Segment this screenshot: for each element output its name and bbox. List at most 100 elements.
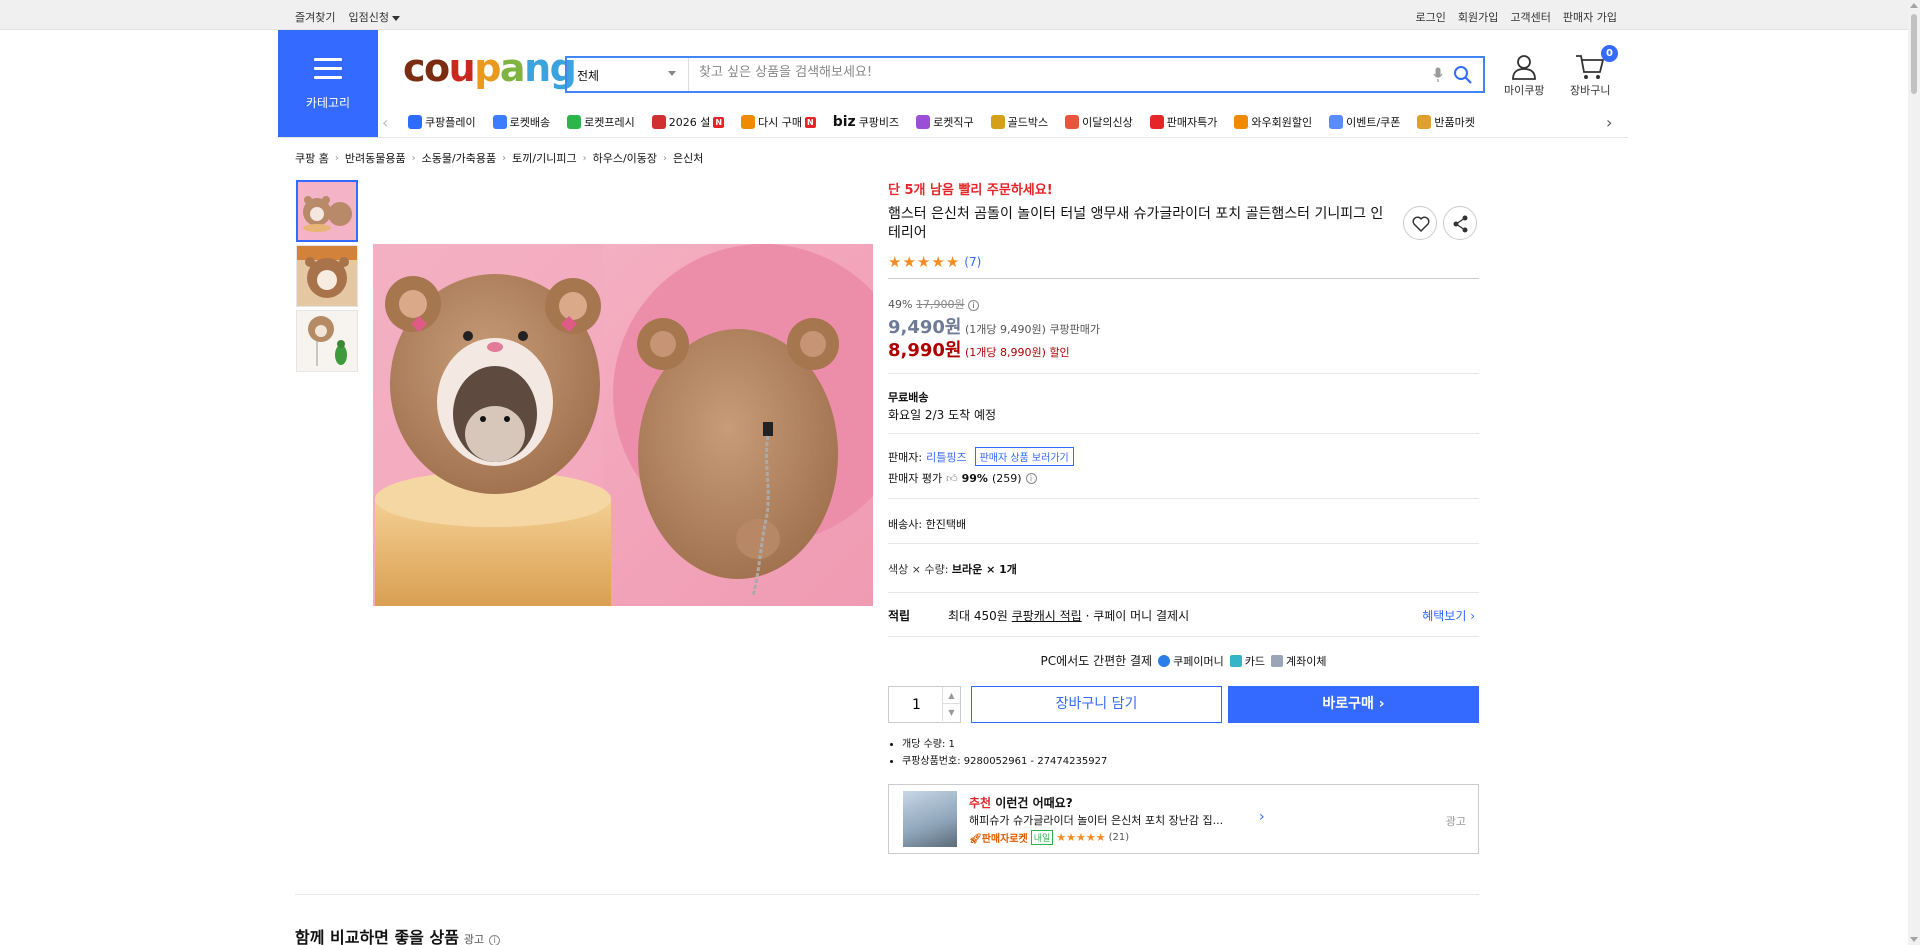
share-button[interactable] [1443, 206, 1477, 240]
seller-rating-percent: 99% [961, 471, 988, 485]
top-utility-bar: 즐겨찾기 입점신청 로그인 회원가입 고객센터 판매자 가입 [0, 0, 1920, 30]
chevron-right-icon: › [1259, 809, 1265, 825]
benefits-link-label: 혜택보기 [1422, 609, 1467, 623]
option-value: 브라운 × 1개 [951, 563, 1017, 576]
main-product-image[interactable] [373, 244, 873, 606]
coupon-price: 8,990원 [888, 340, 962, 361]
bullet-product-number: 쿠팡상품번호: 9280052961 - 27474235927 [902, 753, 1107, 770]
thumbnail-1[interactable] [296, 180, 358, 242]
menu-item-label: 골드박스 [1007, 116, 1049, 129]
menu-item[interactable]: 로켓배송 [492, 114, 551, 130]
breadcrumb-item[interactable]: 반려동물용품 [345, 150, 406, 166]
review-count[interactable]: (7) [964, 255, 981, 269]
wishlist-button[interactable] [1403, 206, 1437, 240]
menu-item[interactable]: 다시 구매 N [741, 114, 816, 130]
add-to-cart-button[interactable]: 장바구니 담기 [971, 686, 1222, 723]
new-badge: N [805, 116, 816, 128]
info-icon[interactable]: i [489, 935, 501, 945]
coupon-price-label: 할인 [1049, 346, 1070, 359]
sale-price-label: 쿠팡판매가 [1049, 323, 1101, 336]
menu-prev-arrow-icon[interactable]: ‹ [382, 113, 388, 132]
scroll-down-icon[interactable] [1910, 937, 1918, 942]
star-icon: ★ [931, 253, 945, 271]
search-category-select[interactable]: 전체 [567, 58, 689, 91]
parrot-thumbnail-icon [297, 311, 357, 371]
info-icon[interactable]: i [968, 300, 980, 311]
buy-now-button[interactable]: 바로구매 › [1228, 686, 1479, 723]
menu-item-label: 이벤트/쿠폰 [1346, 116, 1401, 129]
mycoupang-button[interactable]: 마이쿠팡 [1504, 52, 1544, 98]
category-button[interactable]: 카테고리 [278, 30, 378, 137]
menu-item[interactable]: 2026 설N [651, 114, 725, 130]
seller-products-link[interactable]: 판매자 상품 보러가기 [974, 447, 1074, 466]
quantity-up-icon[interactable]: ▲ [942, 687, 960, 704]
points-amount: 최대 450원 [948, 609, 1008, 623]
cart-label: 장바구니 [1570, 84, 1611, 97]
search-input[interactable] [699, 65, 1259, 80]
menu-item[interactable]: 쿠팡플레이 [408, 114, 476, 130]
scroll-up-icon[interactable] [1910, 3, 1918, 8]
coupang-logo[interactable]: coupang [403, 48, 577, 88]
menu-icon [1234, 115, 1249, 129]
quantity-down-icon[interactable]: ▼ [942, 704, 960, 721]
thumbnail-3[interactable] [296, 310, 358, 372]
bank-icon [1270, 654, 1283, 667]
menu-item[interactable]: 이달의신상 [1065, 114, 1133, 130]
breadcrumb-item[interactable]: 은신처 [673, 150, 703, 166]
menu-item[interactable]: 와우회원할인 [1234, 114, 1312, 130]
tomorrow-badge: 내일 [1030, 830, 1054, 845]
thumbs-up-icon: 👍︎ [946, 471, 958, 485]
recommendation-card[interactable]: 추천 이런건 어때요? 해피슈가 슈가글라이더 놀이터 은신처 포치 장난감 집… [888, 784, 1479, 854]
vertical-scrollbar[interactable] [1908, 0, 1920, 945]
menu-next-arrow-icon[interactable]: › [1606, 113, 1612, 132]
menu-icon [1065, 115, 1080, 129]
seller-name-link[interactable]: 리틀핑즈 [926, 449, 966, 465]
star-icon: ★ [945, 253, 960, 271]
user-icon [1512, 55, 1537, 80]
search-icon[interactable] [1453, 65, 1473, 85]
breadcrumb-separator-icon: › [411, 152, 416, 164]
menu-item[interactable]: biz 쿠팡비즈 [833, 114, 899, 130]
menu-item[interactable]: 판매자특가 [1149, 114, 1217, 130]
breadcrumb-item[interactable]: 토끼/기니피그 [512, 150, 576, 166]
scrollbar-thumb[interactable] [1911, 14, 1917, 94]
cart-count-badge: 0 [1601, 45, 1618, 62]
customer-center-link[interactable]: 고객센터 [1510, 9, 1550, 25]
menu-item[interactable]: 로켓직구 [916, 114, 974, 130]
breadcrumb-separator-icon: › [582, 152, 587, 164]
pay-method-card: 카드 [1229, 653, 1265, 669]
signup-link[interactable]: 회원가입 [1458, 9, 1498, 25]
menu-item[interactable]: 반품마켓 [1417, 114, 1475, 130]
vendor-apply-menu[interactable]: 입점신청 [348, 9, 400, 25]
rating-stars[interactable]: ★ ★ ★ ★ ★ (7) [888, 253, 981, 271]
payment-title: PC에서도 간편한 결제 [1040, 654, 1153, 668]
menu-item[interactable]: 로켓프레시 [567, 114, 635, 130]
info-icon[interactable]: i [1025, 472, 1037, 484]
breadcrumb-item[interactable]: 소동물/가축용품 [422, 150, 497, 166]
vendor-apply-label: 입점신청 [348, 11, 389, 24]
breadcrumb-item[interactable]: 하우스/이동장 [593, 150, 657, 166]
divider [888, 543, 1479, 544]
points-cash-link[interactable]: 쿠팡캐시 적립 [1012, 609, 1082, 623]
breadcrumb-item[interactable]: 쿠팡 홈 [295, 150, 329, 166]
benefits-link[interactable]: 혜택보기 › [1422, 607, 1475, 624]
dropdown-arrow-icon [668, 71, 676, 76]
carrier-row: 배송사: 한진택배 [888, 516, 966, 532]
product-title: 햄스터 은신처 곰돌이 놀이터 터널 앵무새 슈가글라이더 포치 골든햄스터 기… [888, 206, 1384, 241]
star-icon: ★ [916, 253, 931, 271]
recommend-review-count: (21) [1108, 832, 1130, 843]
microphone-icon[interactable] [1433, 67, 1443, 83]
menu-item[interactable]: 이벤트/쿠폰 [1329, 114, 1400, 130]
seller-signup-link[interactable]: 판매자 가입 [1563, 9, 1617, 25]
category-label: 카테고리 [305, 96, 351, 110]
divider [888, 278, 1479, 279]
bookmark-link[interactable]: 즐겨찾기 [295, 9, 335, 25]
seller-rating-row: 판매자 평가 👍︎ 99% (259) i [888, 470, 1037, 486]
thumbnail-2[interactable] [296, 245, 358, 307]
login-link[interactable]: 로그인 [1416, 9, 1446, 25]
delivery-eta: 화요일 2/3 도착 예정 [888, 408, 997, 422]
menu-icon [916, 115, 931, 129]
menu-item[interactable]: 골드박스 [990, 114, 1049, 130]
menu-item-label: 로켓배송 [509, 116, 551, 129]
quantity-input[interactable] [889, 687, 944, 722]
